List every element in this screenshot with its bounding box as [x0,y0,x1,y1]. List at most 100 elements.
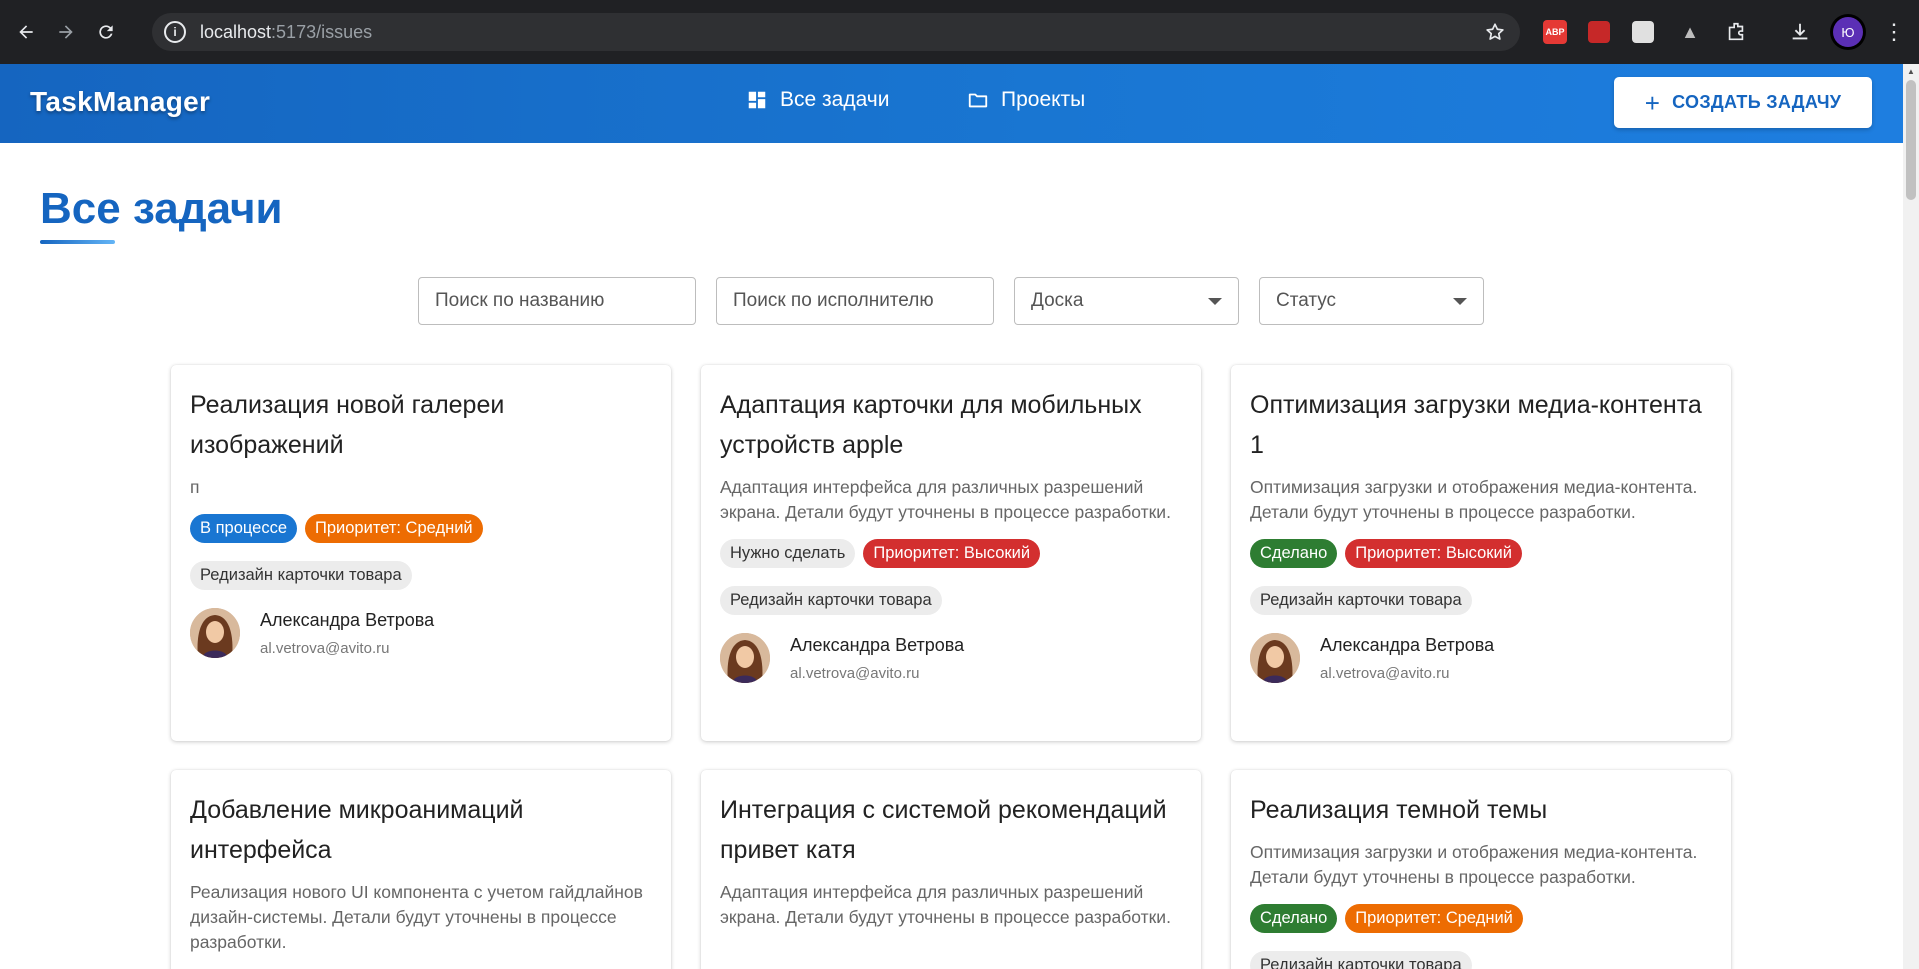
status-badge: В процессе [190,514,297,543]
board-badge: Редизайн карточки товара [1250,586,1472,615]
avatar [1250,633,1300,683]
board-badge: Редизайн карточки товара [190,561,412,590]
board-badge: Редизайн карточки товара [720,586,942,615]
dashboard-grid-icon [748,91,766,109]
issue-description: п [190,477,200,497]
caret-down-icon [1208,298,1222,305]
board-select-label: Доска [1031,290,1084,311]
nav-projects-label: Проекты [1001,88,1086,111]
assignee: Александра Ветрова al.vetrova@avito.ru [190,608,652,658]
extensions-puzzle-icon[interactable] [1722,18,1750,46]
issue-card[interactable]: Реализация темной темы Оптимизация загру… [1231,770,1731,969]
url-path: :5173/issues [271,21,373,42]
issue-description: Оптимизация загрузки и отображения медиа… [1250,842,1698,887]
issue-chips: В процессе Приоритет: Средний [190,514,652,543]
issue-board-chips: Редизайн карточки товара [720,582,1182,615]
assignee-search-input[interactable] [733,290,993,312]
nav-projects[interactable]: Проекты [967,88,1085,112]
download-icon[interactable] [1786,18,1814,46]
assignee-email: al.vetrova@avito.ru [1320,665,1450,682]
assignee-info: Александра Ветрова al.vetrova@avito.ru [260,610,434,657]
adblock-extension-icon[interactable]: ABP [1541,18,1569,46]
priority-badge: Приоритет: Высокий [863,539,1041,568]
browser-toolbar: i localhost:5173/issues ABP ▲ Ю ⋮ [0,0,1919,64]
issue-title: Оптимизация загрузки медиа-контента 1 [1250,391,1702,459]
issue-description: Адаптация интерфейса для различных разре… [720,477,1171,522]
nav-all-issues[interactable]: Все задачи [746,88,889,112]
priority-badge: Приоритет: Высокий [1345,539,1522,568]
issue-card[interactable]: Реализация новой галереи изображений п В… [171,365,671,741]
avatar [720,633,770,683]
create-issue-label: Создать задачу [1672,92,1842,112]
app-header: TaskManager Все задачи Проекты + Создать… [0,64,1903,143]
issue-board-chips: Редизайн карточки товара [1250,582,1712,615]
status-select[interactable]: Статус [1259,277,1484,325]
issue-board-chips: Редизайн карточки товара [190,557,652,590]
info-icon[interactable]: i [164,21,186,43]
issue-description: Реализация нового UI компонента с учетом… [190,882,643,952]
page-scrollbar[interactable]: ▲ [1903,64,1919,969]
reload-icon [99,25,113,39]
assignee-email: al.vetrova@avito.ru [260,640,390,657]
assignee: Александра Ветрова al.vetrova@avito.ru [1250,633,1712,683]
assignee-info: Александра Ветрова al.vetrova@avito.ru [1320,635,1494,682]
board-badge: Редизайн карточки товара [1250,951,1472,969]
assignee-name: Александра Ветрова [260,610,435,630]
caret-down-icon [1453,298,1467,305]
brand-logo[interactable]: TaskManager [30,86,210,118]
priority-badge: Приоритет: Средний [1345,904,1523,933]
issue-card[interactable]: Интеграция с системой рекомендаций приве… [701,770,1201,969]
issue-card[interactable]: Оптимизация загрузки медиа-контента 1 Оп… [1231,365,1731,741]
issue-title: Реализация новой галереи изображений [190,391,505,459]
status-badge: Сделано [1250,904,1338,933]
issue-card[interactable]: Добавление микроанимаций интерфейса Реал… [171,770,671,969]
priority-badge: Приоритет: Средний [305,514,483,543]
board-select[interactable]: Доска [1014,277,1239,325]
issue-title: Интеграция с системой рекомендаций приве… [720,796,1167,864]
plus-icon: + [1644,87,1661,118]
url-host: localhost [200,21,272,42]
profile-avatar[interactable]: Ю [1830,14,1866,50]
status-select-label: Статус [1276,290,1337,311]
forward-button[interactable] [52,18,80,46]
issue-chips: Нужно сделать Приоритет: Высокий [720,539,1182,568]
assignee-info: Александра Ветрова al.vetrova@avito.ru [790,635,964,682]
issue-title: Адаптация карточки для мобильных устройс… [720,391,1142,459]
assignee-search-field[interactable] [716,277,994,325]
extension-icon[interactable] [1585,18,1613,46]
assignee-name: Александра Ветрова [790,635,965,655]
scrollbar-thumb[interactable] [1906,80,1916,200]
url-text[interactable]: localhost:5173/issues [200,22,372,43]
issue-board-chips: Редизайн карточки товара [1250,947,1712,969]
address-bar[interactable]: i localhost:5173/issues [152,13,1520,51]
issue-chips: Сделано Приоритет: Средний [1250,904,1712,933]
issue-description: Оптимизация загрузки и отображения медиа… [1250,477,1698,522]
issue-title: Реализация темной темы [1250,796,1548,824]
folder-icon [968,93,988,108]
assignee-email: al.vetrova@avito.ru [790,665,920,682]
title-search-input[interactable] [435,290,695,312]
scroll-up-icon[interactable]: ▲ [1903,64,1919,78]
star-icon[interactable] [1484,21,1506,43]
issue-card[interactable]: Адаптация карточки для мобильных устройс… [701,365,1201,741]
extension-icon[interactable] [1629,18,1657,46]
extension-icon[interactable]: ▲ [1676,18,1704,46]
create-issue-button[interactable]: + Создать задачу [1614,77,1872,128]
reload-button[interactable] [92,18,120,46]
issue-title: Добавление микроанимаций интерфейса [190,796,524,864]
avatar [190,608,240,658]
assignee: Александра Ветрова al.vetrova@avito.ru [720,633,1182,683]
title-underline [40,240,115,244]
arrow-left-icon [19,25,33,39]
assignee-name: Александра Ветрова [1320,635,1495,655]
issue-description: Адаптация интерфейса для различных разре… [720,882,1171,927]
status-badge: Сделано [1250,539,1338,568]
back-button[interactable] [12,18,40,46]
title-search-field[interactable] [418,277,696,325]
browser-menu-icon[interactable]: ⋮ [1880,18,1908,46]
arrow-right-icon [59,25,73,39]
nav-all-label: Все задачи [780,88,890,111]
page-title: Все задачи [40,184,283,233]
issue-chips: Сделано Приоритет: Высокий [1250,539,1712,568]
status-badge: Нужно сделать [720,539,856,568]
